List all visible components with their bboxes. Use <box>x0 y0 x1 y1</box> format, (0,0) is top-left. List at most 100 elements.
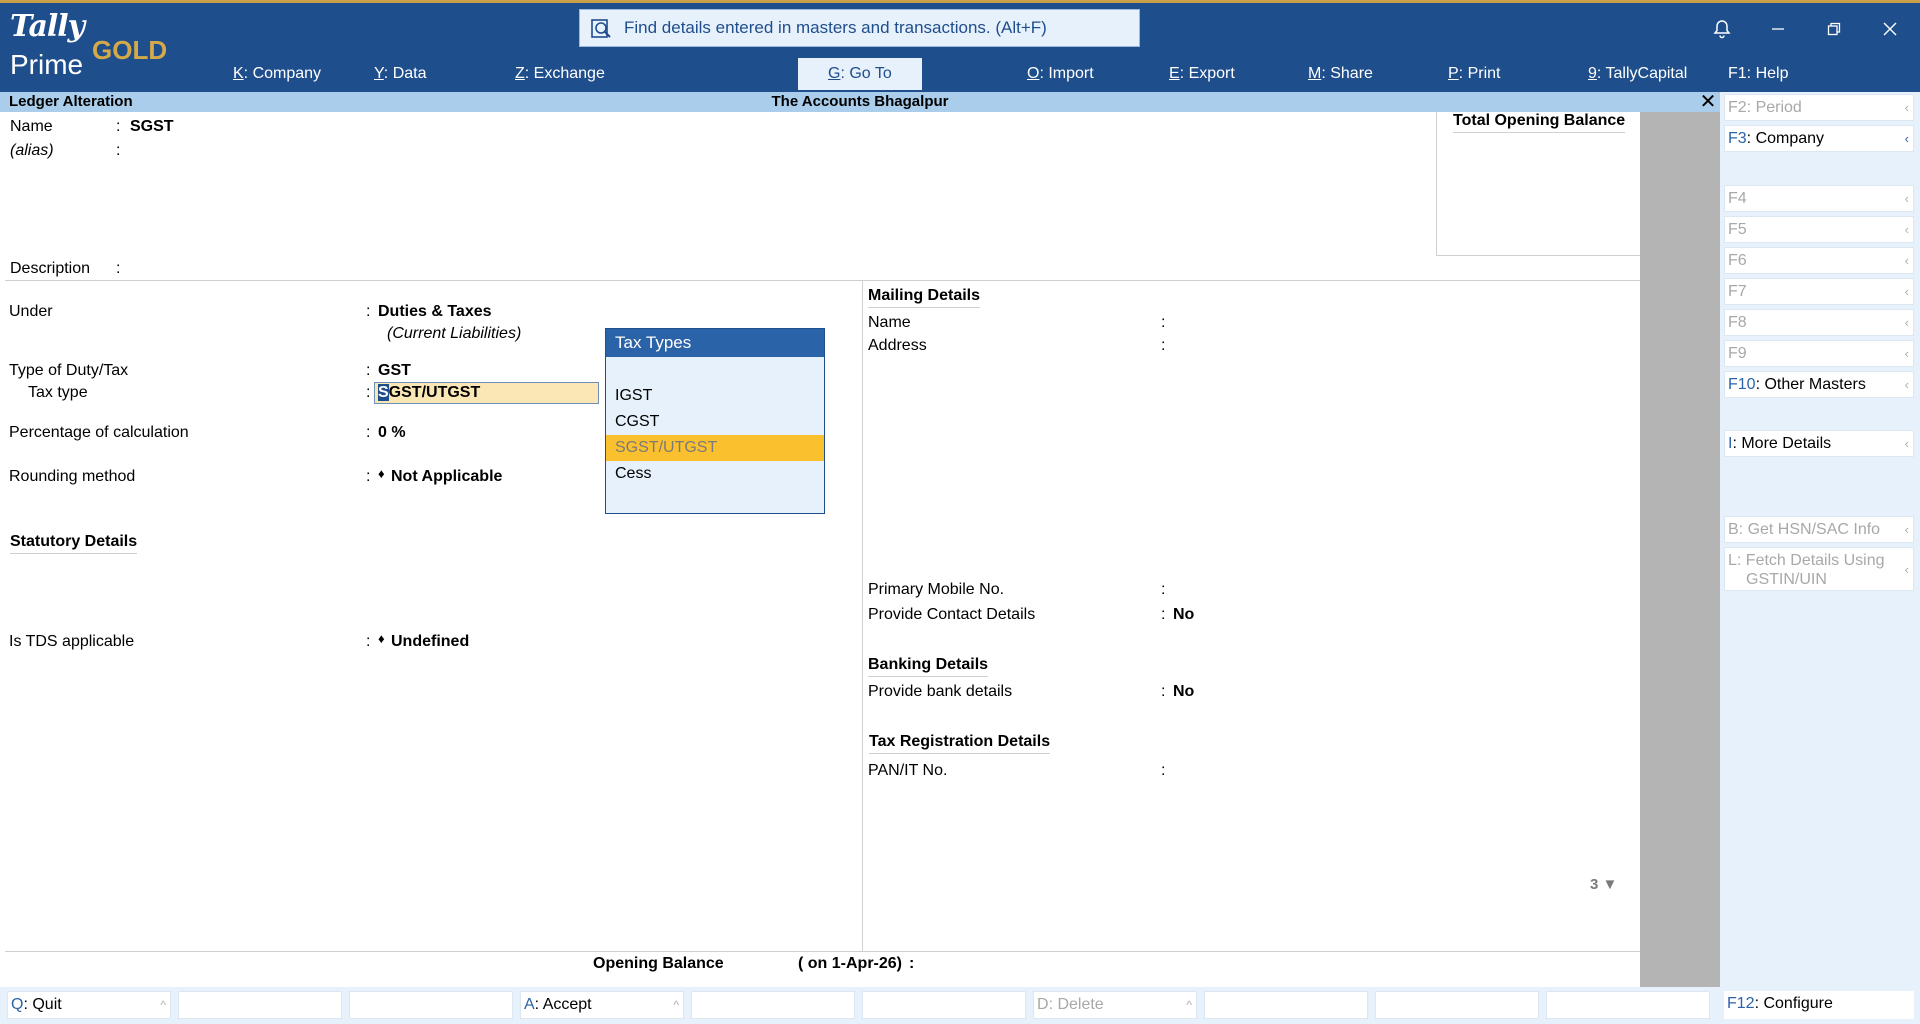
diamond-icon: ♦ <box>378 466 385 481</box>
percentage-field[interactable]: 0 % <box>378 424 406 442</box>
chevron-left-icon: ‹ <box>1904 222 1909 237</box>
under-colon: : <box>366 303 371 320</box>
button-f12-configure[interactable]: F12: Configure <box>1724 991 1914 1019</box>
search-bar[interactable]: Find details entered in masters and tran… <box>579 9 1140 47</box>
diamond-icon: ♦ <box>378 631 385 646</box>
logo-gold-text: GOLD <box>92 35 168 65</box>
search-placeholder: Find details entered in masters and tran… <box>624 18 1047 37</box>
rounding-field[interactable]: Not Applicable <box>391 468 502 486</box>
rounding-colon: : <box>366 468 371 485</box>
banking-header: Banking Details <box>868 656 989 677</box>
close-window-icon[interactable] <box>1876 15 1904 43</box>
menu-exchange[interactable]: Z: Exchange <box>515 61 605 87</box>
menu-company[interactable]: K: Company <box>233 61 321 87</box>
percentage-label: Percentage of calculation <box>9 424 189 441</box>
button-accept[interactable]: A: Accept ^ <box>520 991 684 1019</box>
duty-type-label: Type of Duty/Tax <box>9 362 129 379</box>
search-icon <box>591 19 611 38</box>
statutory-header: Statutory Details <box>10 533 138 554</box>
button-get-hsn-sac-info[interactable]: B: Get HSN/SAC Info ‹ <box>1724 516 1914 543</box>
under-group: (Current Liabilities) <box>387 325 522 342</box>
tax-type-colon: : <box>366 384 371 401</box>
chevron-left-icon: ‹ <box>1904 346 1909 361</box>
list-item-sgst-utgst[interactable]: SGST/UTGST <box>606 435 824 461</box>
screen-title: Ledger Alteration <box>9 93 133 110</box>
company-name: The Accounts Bhagalpur <box>771 93 949 110</box>
button-f5[interactable]: F5 ‹ <box>1724 216 1914 243</box>
total-opening-balance-box: Total Opening Balance <box>1436 112 1640 256</box>
button-f2-period[interactable]: F2: Period ‹ <box>1724 94 1914 121</box>
button-f9[interactable]: F9 ‹ <box>1724 340 1914 367</box>
button-more-details[interactable]: I: More Details ‹ <box>1724 430 1914 457</box>
button-empty-1 <box>178 991 342 1019</box>
chevron-left-icon: ‹ <box>1904 253 1909 268</box>
tds-field[interactable]: Undefined <box>391 633 469 651</box>
total-opening-balance-label: Total Opening Balance <box>1453 112 1626 133</box>
menu-data[interactable]: Y: Data <box>374 61 426 87</box>
percentage-colon: : <box>366 424 371 441</box>
mailing-header: Mailing Details <box>868 287 981 308</box>
button-f6[interactable]: F6 ‹ <box>1724 247 1914 274</box>
logo-prime-text: Prime <box>10 49 84 80</box>
chevron-left-icon: ‹ <box>1904 522 1909 537</box>
chevron-left-icon: ‹ <box>1904 131 1909 146</box>
list-item-igst[interactable]: IGST <box>606 383 824 409</box>
menu-go-to[interactable]: G: Go To <box>798 58 922 90</box>
mailing-name-colon: : <box>1161 314 1166 331</box>
page-indicator[interactable]: 3 ▼ <box>1590 876 1617 893</box>
column-divider <box>862 281 863 951</box>
list-item-cess[interactable]: Cess <box>606 461 824 487</box>
divider <box>5 280 1640 281</box>
screen-title-bar: The Accounts Bhagalpur Ledger Alteration <box>0 92 1720 112</box>
restore-icon[interactable] <box>1820 15 1848 43</box>
button-f10-other-masters[interactable]: F10: Other Masters ‹ <box>1724 371 1914 398</box>
address-colon: : <box>1161 337 1166 354</box>
tax-registration-header: Tax Registration Details <box>869 733 1051 754</box>
tax-type-input[interactable]: SGST/UTGST <box>374 382 599 404</box>
menu-share[interactable]: M: Share <box>1308 61 1373 87</box>
button-empty-5 <box>1204 991 1368 1019</box>
name-label: Name <box>10 118 53 135</box>
contact-colon: : <box>1161 606 1166 623</box>
tds-label: Is TDS applicable <box>9 633 135 650</box>
tax-types-popup: Tax Types IGST CGST SGST/UTGST Cess <box>605 328 825 514</box>
menu-help[interactable]: F1: Help <box>1728 61 1788 87</box>
mobile-colon: : <box>1161 581 1166 598</box>
name-field[interactable]: SGST <box>130 118 174 136</box>
chevron-up-icon: ^ <box>160 998 166 1012</box>
menu-print[interactable]: P: Print <box>1448 61 1500 87</box>
list-item-cgst[interactable]: CGST <box>606 409 824 435</box>
tax-type-value: GST/UTGST <box>388 384 481 401</box>
duty-type-field[interactable]: GST <box>378 362 411 380</box>
description-label: Description <box>10 260 91 277</box>
button-f3-company[interactable]: F3: Company ‹ <box>1724 125 1914 152</box>
opening-balance-colon: : <box>909 955 915 972</box>
alias-label: (alias) <box>10 142 54 159</box>
chevron-left-icon: ‹ <box>1904 284 1909 299</box>
button-f7[interactable]: F7 ‹ <box>1724 278 1914 305</box>
chevron-left-icon: ‹ <box>1904 562 1909 577</box>
button-empty-7 <box>1546 991 1710 1019</box>
opening-balance-label: Opening Balance <box>593 955 724 972</box>
chevron-left-icon: ‹ <box>1904 377 1909 392</box>
close-screen-icon[interactable]: ✕ <box>1698 92 1718 112</box>
menu-export[interactable]: E: Export <box>1169 61 1235 87</box>
button-delete[interactable]: D: Delete ^ <box>1033 991 1197 1019</box>
chevron-left-icon: ‹ <box>1904 436 1909 451</box>
button-empty-4 <box>862 991 1026 1019</box>
logo-tally-text: Tally <box>10 9 85 44</box>
contact-field[interactable]: No <box>1173 606 1194 624</box>
menu-tallycapital[interactable]: 9: TallyCapital <box>1588 61 1687 87</box>
popup-title: Tax Types <box>606 329 824 357</box>
button-f8[interactable]: F8 ‹ <box>1724 309 1914 336</box>
menu-import[interactable]: O: Import <box>1027 61 1094 87</box>
button-quit[interactable]: Q: Quit ^ <box>7 991 171 1019</box>
minimize-icon[interactable] <box>1764 15 1792 43</box>
bank-field[interactable]: No <box>1173 683 1194 701</box>
button-fetch-details-gstin[interactable]: L: Fetch Details Using GSTIN/UIN ‹ <box>1724 547 1914 591</box>
divider <box>5 951 1640 952</box>
button-f4[interactable]: F4 ‹ <box>1724 185 1914 212</box>
under-field[interactable]: Duties & Taxes <box>378 303 492 321</box>
tally-window: Tally Prime GOLD Find details entered in… <box>0 0 1920 1024</box>
bell-icon[interactable] <box>1708 15 1736 43</box>
